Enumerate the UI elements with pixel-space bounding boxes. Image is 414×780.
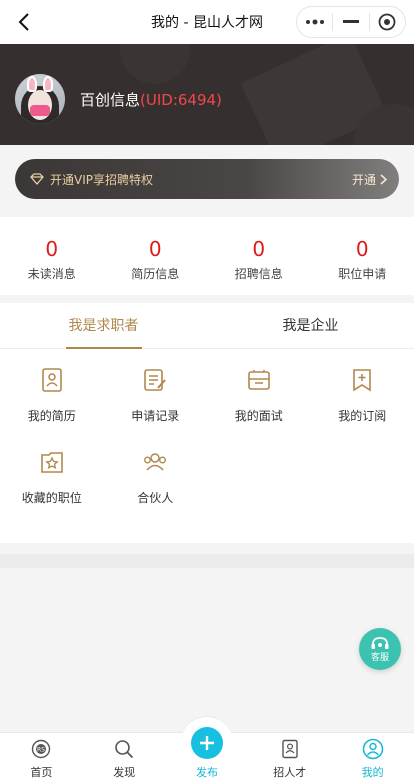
nav-publish-label[interactable]: 发布 bbox=[181, 764, 233, 780]
menu-item-application-record[interactable]: 申请记录 bbox=[104, 367, 208, 449]
menu-item-label: 合伙人 bbox=[137, 491, 174, 505]
avatar-ear bbox=[43, 76, 53, 92]
nav-label: 发现 bbox=[113, 766, 136, 779]
favorite-job-icon bbox=[40, 452, 63, 473]
customer-service-button[interactable]: 客服 bbox=[359, 628, 401, 670]
stat-label: 招聘信息 bbox=[234, 267, 283, 281]
stat-value: 0 bbox=[148, 237, 162, 261]
user-name: 百创信息 bbox=[80, 91, 141, 109]
minimize-icon bbox=[342, 20, 359, 23]
stat-value: 0 bbox=[252, 237, 266, 261]
role-tabs: 我是求职者 我是企业 bbox=[0, 303, 414, 349]
resume-icon bbox=[41, 368, 62, 392]
menu-item-label: 我的简历 bbox=[27, 409, 76, 423]
menu-item-my-resume[interactable]: 我的简历 bbox=[0, 367, 104, 449]
nav-label: 招人才 bbox=[273, 766, 307, 779]
stat-recruit-info[interactable]: 0 招聘信息 bbox=[207, 217, 311, 295]
decorative-shape bbox=[120, 44, 190, 84]
nav-label: 首页 bbox=[30, 766, 53, 779]
stat-job-applications[interactable]: 0 职位申请 bbox=[311, 217, 414, 295]
more-dots-icon bbox=[305, 19, 324, 25]
stat-resume-info[interactable]: 0 简历信息 bbox=[104, 217, 208, 295]
user-uid: (UID:6494) bbox=[140, 91, 222, 109]
customer-service-label: 客服 bbox=[370, 652, 389, 663]
profile-header: 百创信息(UID:6494) bbox=[0, 44, 414, 145]
home-icon: RS bbox=[30, 738, 52, 760]
nav-publish-button[interactable] bbox=[191, 727, 223, 759]
recruit-icon bbox=[279, 738, 301, 760]
top-navigation-bar: 我的 - 昆山人才网 bbox=[0, 0, 414, 44]
nav-home[interactable]: RS 首页 bbox=[0, 733, 83, 780]
diamond-icon bbox=[30, 171, 46, 187]
menu-item-my-subscription[interactable]: 我的订阅 bbox=[311, 367, 414, 449]
avatar[interactable] bbox=[15, 74, 65, 124]
interview-icon bbox=[247, 370, 270, 390]
stat-value: 0 bbox=[355, 237, 369, 261]
menu-item-partner[interactable]: 合伙人 bbox=[104, 449, 208, 531]
menu-item-label: 我的面试 bbox=[234, 409, 283, 423]
stat-label: 职位申请 bbox=[338, 267, 387, 281]
headset-icon bbox=[371, 636, 389, 649]
svg-text:RS: RS bbox=[37, 746, 45, 753]
vip-open-button[interactable]: 开通 bbox=[352, 171, 387, 188]
stat-value: 0 bbox=[45, 237, 59, 261]
subscription-icon bbox=[353, 369, 372, 392]
menu-item-label: 我的订阅 bbox=[338, 409, 387, 423]
avatar-mask bbox=[30, 105, 50, 116]
nav-label: 我的 bbox=[361, 766, 384, 779]
tab-job-seeker[interactable]: 我是求职者 bbox=[0, 303, 207, 349]
discover-icon bbox=[113, 738, 135, 760]
menu-item-label: 申请记录 bbox=[131, 409, 180, 423]
more-options-button[interactable] bbox=[297, 7, 332, 37]
mine-icon bbox=[362, 738, 384, 760]
menu-item-favorite-jobs[interactable]: 收藏的职位 bbox=[0, 449, 104, 531]
mini-program-capsule bbox=[296, 6, 406, 38]
nav-recruit[interactable]: 招人才 bbox=[248, 733, 331, 780]
publish-icon bbox=[200, 736, 214, 750]
application-record-icon bbox=[144, 369, 167, 391]
tab-enterprise[interactable]: 我是企业 bbox=[207, 303, 414, 348]
vip-text: 开通VIP享招聘特权 bbox=[50, 172, 153, 187]
vip-section: 开通VIP享招聘特权 开通 bbox=[0, 145, 414, 217]
vip-open-label: 开通 bbox=[351, 172, 376, 187]
chevron-right-icon bbox=[380, 173, 387, 185]
menu-item-label: 收藏的职位 bbox=[21, 491, 82, 505]
role-section: 我是求职者 我是企业 我的简历 申请记录 我的面试 我的订阅 收藏的职位 合伙人 bbox=[0, 303, 414, 543]
avatar-ear bbox=[27, 76, 37, 92]
section-divider bbox=[0, 554, 414, 568]
vip-banner[interactable]: 开通VIP享招聘特权 开通 bbox=[15, 159, 399, 199]
nav-mine[interactable]: 我的 bbox=[331, 733, 414, 780]
stats-row: 0 未读消息 0 简历信息 0 招聘信息 0 职位申请 bbox=[0, 217, 414, 295]
username: 百创信息(UID:6494) bbox=[80, 89, 222, 110]
stat-label: 简历信息 bbox=[131, 267, 180, 281]
close-program-button[interactable] bbox=[370, 7, 405, 37]
minimize-button[interactable] bbox=[333, 7, 368, 37]
stat-unread-messages[interactable]: 0 未读消息 bbox=[0, 217, 104, 295]
target-circle-icon bbox=[378, 13, 396, 31]
menu-item-my-interview[interactable]: 我的面试 bbox=[207, 367, 311, 449]
partner-icon bbox=[144, 453, 167, 471]
stat-label: 未读消息 bbox=[27, 267, 76, 281]
menu-grid: 我的简历 申请记录 我的面试 我的订阅 收藏的职位 合伙人 bbox=[0, 367, 414, 531]
nav-discover[interactable]: 发现 bbox=[83, 733, 166, 780]
